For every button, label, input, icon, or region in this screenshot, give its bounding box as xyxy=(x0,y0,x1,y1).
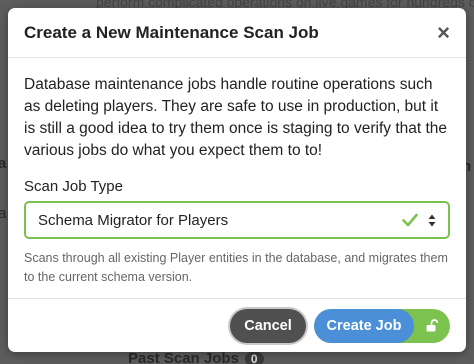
check-icon xyxy=(402,213,418,227)
background-fragment: a xyxy=(0,155,7,172)
updown-icon xyxy=(428,214,436,226)
modal-header: Create a New Maintenance Scan Job × xyxy=(8,8,466,58)
unlock-icon xyxy=(426,319,438,332)
cancel-button[interactable]: Cancel xyxy=(230,308,306,343)
scan-job-help-text: Scans through all existing Player entiti… xyxy=(24,251,448,284)
unlock-toggle[interactable] xyxy=(414,309,450,343)
create-job-button[interactable]: Create Job xyxy=(314,308,450,343)
modal-footer: Cancel Create Job xyxy=(8,298,466,352)
scan-job-type-select[interactable]: Schema Migrator for Players xyxy=(24,201,450,239)
past-scan-jobs-heading: Past Scan Jobs 0 xyxy=(128,350,264,364)
create-scan-job-modal: Create a New Maintenance Scan Job × Data… xyxy=(8,8,466,352)
create-job-label[interactable]: Create Job xyxy=(314,308,414,343)
modal-body: Database maintenance jobs handle routine… xyxy=(8,58,466,287)
scan-job-type-label: Scan Job Type xyxy=(24,178,123,195)
scan-job-type-value: Schema Migrator for Players xyxy=(38,211,229,229)
modal-title: Create a New Maintenance Scan Job xyxy=(24,22,319,42)
modal-description: Database maintenance jobs handle routine… xyxy=(24,76,448,159)
background-fragment: a xyxy=(0,205,7,222)
past-scan-jobs-label: Past Scan Jobs xyxy=(128,350,239,364)
close-icon[interactable]: × xyxy=(437,21,450,44)
past-scan-jobs-count: 0 xyxy=(244,351,264,364)
